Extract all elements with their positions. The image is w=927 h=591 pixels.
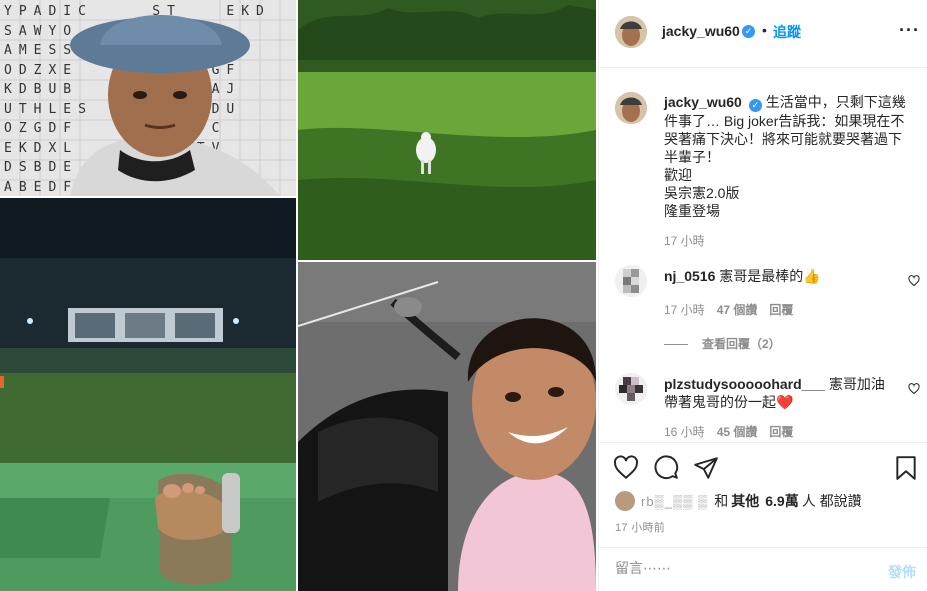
photo-motorcycle-selfie <box>298 262 596 591</box>
comment-like-heart-icon[interactable] <box>908 275 920 287</box>
avatar-face-icon <box>615 16 647 48</box>
comment-meta: 17 小時 47 個讚 回覆 <box>664 301 805 318</box>
motorcycle-selfie-scene <box>298 262 596 591</box>
like-heart-icon[interactable] <box>613 455 639 481</box>
follow-button[interactable]: 追蹤 <box>773 22 801 42</box>
photo-golf-course <box>298 0 596 260</box>
verified-badge-icon: ✓ <box>748 99 762 112</box>
verified-badge-icon: ✓ <box>742 25 755 38</box>
caption-avatar[interactable] <box>615 92 647 124</box>
comment-username[interactable]: plzstudysooooohard___ <box>664 376 825 392</box>
likes-summary[interactable]: rb▒_▒▒ ▒ 和 其他 6.9萬 人 都說讚 <box>615 491 862 511</box>
reply-button[interactable]: 回覆 <box>769 425 793 439</box>
comment-text: 憲哥是最棒的👍 <box>719 268 821 284</box>
likes-joiner: 和 <box>714 493 729 509</box>
comment-avatar[interactable] <box>615 265 647 297</box>
avatar[interactable] <box>615 16 647 48</box>
comment-timestamp[interactable]: 16 小時 <box>664 425 705 439</box>
likes-count[interactable]: 6.9萬 <box>765 491 798 511</box>
caption-username[interactable]: jacky_wu60 <box>664 94 742 110</box>
liker-name-blurred[interactable]: rb▒_▒▒ ▒ <box>641 494 708 509</box>
caption-line: 吳宗憲2.0版 <box>664 185 740 201</box>
photo-driving-range <box>0 198 296 591</box>
comments-list[interactable]: jacky_wu60 ✓ 生活當中，只剩下這幾件事了… Big joker告訴我：… <box>599 69 927 441</box>
reply-button[interactable]: 回覆 <box>769 303 793 317</box>
caption-line: 歡迎 <box>664 167 692 183</box>
comment-timestamp[interactable]: 17 小時 <box>664 303 705 317</box>
share-send-icon[interactable] <box>693 455 719 481</box>
person-with-bucket-hat <box>70 15 280 196</box>
comment-meta: 16 小時 45 個讚 回覆 <box>664 423 805 440</box>
likes-others-label[interactable]: 其他 <box>731 491 759 511</box>
post-header: jacky_wu60 ✓ • 追蹤 ··· <box>599 0 927 68</box>
separator-dot: • <box>762 22 767 38</box>
avatar-face-icon <box>615 92 647 124</box>
comment-body: plzstudysooooohard___ 憲哥加油帶著鬼哥的份一起❤️ <box>664 375 896 411</box>
view-replies-button[interactable]: 查看回覆（2） <box>664 335 781 352</box>
golf-course-scene <box>298 0 596 260</box>
caption-line: 隆重登場 <box>664 203 720 219</box>
divider <box>664 344 688 346</box>
comment-like-heart-icon[interactable] <box>908 383 920 395</box>
comment-body: nj_0516 憲哥是最棒的👍 <box>664 267 896 285</box>
post-comment-button[interactable]: 發佈 <box>888 562 916 582</box>
comment-username[interactable]: nj_0516 <box>664 268 715 284</box>
comment-avatar[interactable] <box>615 373 647 405</box>
comment-bubble-icon[interactable] <box>653 455 679 481</box>
pixelated-avatar-icon <box>615 265 647 297</box>
likes-suffix: 人 都說讚 <box>801 493 862 509</box>
post-actions: rb▒_▒▒ ▒ 和 其他 6.9萬 人 都說讚 17 小時前 發佈 <box>599 442 927 591</box>
pixelated-avatar-icon <box>615 373 647 405</box>
more-options-icon[interactable]: ··· <box>899 20 920 41</box>
photo-selfie-letter-wall: YPADIC ST EKD SAWYO WC AMESS GPWB ODZXE … <box>0 0 296 196</box>
post-image-collage[interactable]: YPADIC ST EKD SAWYO WC AMESS GPWB ODZXE … <box>0 0 598 591</box>
comment-likes-count[interactable]: 45 個讚 <box>717 425 758 439</box>
liker-avatar <box>615 491 635 511</box>
driving-range-scene <box>0 198 296 591</box>
caption-timestamp[interactable]: 17 小時 <box>664 232 705 249</box>
save-bookmark-icon[interactable] <box>893 455 919 481</box>
comment-input[interactable] <box>615 560 865 576</box>
view-replies-label: 查看回覆（2） <box>702 337 781 351</box>
comment-composer: 發佈 <box>599 547 927 591</box>
post-details-panel: jacky_wu60 ✓ • 追蹤 ··· jacky_wu60 ✓ 生活當中，只… <box>598 0 927 591</box>
header-username[interactable]: jacky_wu60 <box>662 23 740 39</box>
caption-text: jacky_wu60 ✓ 生活當中，只剩下這幾件事了… Big joker告訴我：… <box>664 93 912 220</box>
comment-likes-count[interactable]: 47 個讚 <box>717 303 758 317</box>
post-timestamp[interactable]: 17 小時前 <box>615 519 665 535</box>
